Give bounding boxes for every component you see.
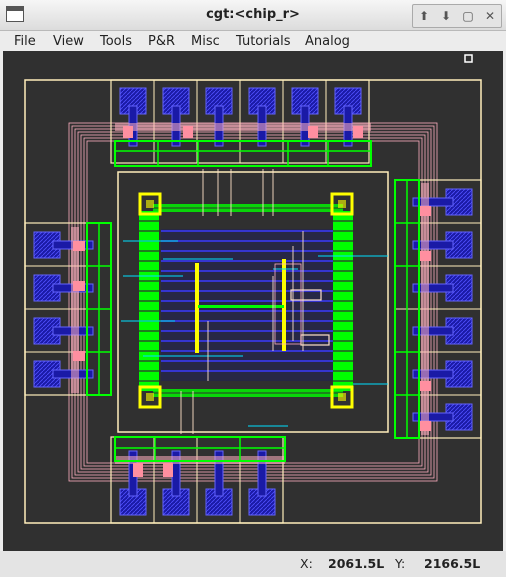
marker-square: [464, 54, 473, 63]
x-value: 2061.5L: [328, 556, 385, 571]
menu-analog[interactable]: Analog: [305, 34, 350, 49]
menu-tools[interactable]: Tools: [100, 34, 132, 49]
menu-file[interactable]: File: [14, 34, 36, 49]
arrow-up-button[interactable]: ⬆: [413, 5, 435, 27]
arrow-down-button[interactable]: ⬇: [435, 5, 457, 27]
y-value: 2166.5L: [424, 556, 481, 571]
status-bar: X: 2061.5L Y: 2166.5L: [0, 551, 506, 577]
y-label: Y:: [395, 556, 406, 571]
title-bar: cgt:<chip_r> ⬆ ⬇ ▢ ✕: [0, 0, 506, 31]
close-button[interactable]: ✕: [479, 5, 501, 27]
menu-bar: File View Tools P&R Misc Tutorials Analo…: [0, 31, 506, 53]
chip-layout[interactable]: [3, 51, 503, 551]
window-controls: ⬆ ⬇ ▢ ✕: [412, 4, 502, 28]
menu-pr[interactable]: P&R: [148, 34, 175, 49]
menu-tutorials[interactable]: Tutorials: [236, 34, 291, 49]
menu-misc[interactable]: Misc: [191, 34, 220, 49]
maximize-button[interactable]: ▢: [457, 5, 479, 27]
layout-canvas[interactable]: [3, 51, 503, 551]
x-label: X:: [300, 556, 313, 571]
menu-view[interactable]: View: [53, 34, 84, 49]
